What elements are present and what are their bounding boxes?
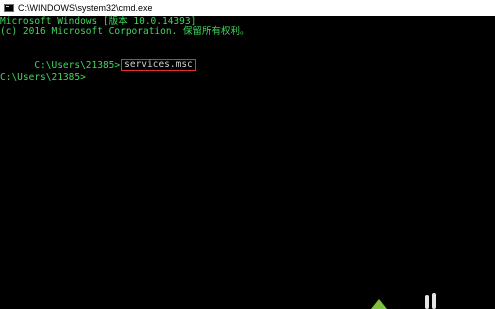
cmd-window: C:\WINDOWS\system32\cmd.exe Microsoft Wi… <box>0 0 495 309</box>
watermark-triangle-icon <box>371 299 387 309</box>
copyright-line: (c) 2016 Microsoft Corporation. 保留所有权利。 <box>0 26 250 37</box>
console-area[interactable]: Microsoft Windows [版本 10.0.14393] (c) 20… <box>0 16 495 309</box>
cmd-icon <box>4 4 14 12</box>
prompt-text: C:\Users\21385> <box>34 60 121 71</box>
command-line: C:\Users\21385> services.msc <box>0 50 196 71</box>
watermark-logo <box>371 293 436 309</box>
current-prompt: C:\Users\21385> <box>0 72 86 83</box>
highlighted-command: services.msc <box>121 59 196 71</box>
watermark-bar-icon-2 <box>432 293 436 309</box>
title-bar[interactable]: C:\WINDOWS\system32\cmd.exe <box>0 0 495 16</box>
window-title: C:\WINDOWS\system32\cmd.exe <box>18 3 153 13</box>
watermark-bar-icon <box>425 295 429 309</box>
